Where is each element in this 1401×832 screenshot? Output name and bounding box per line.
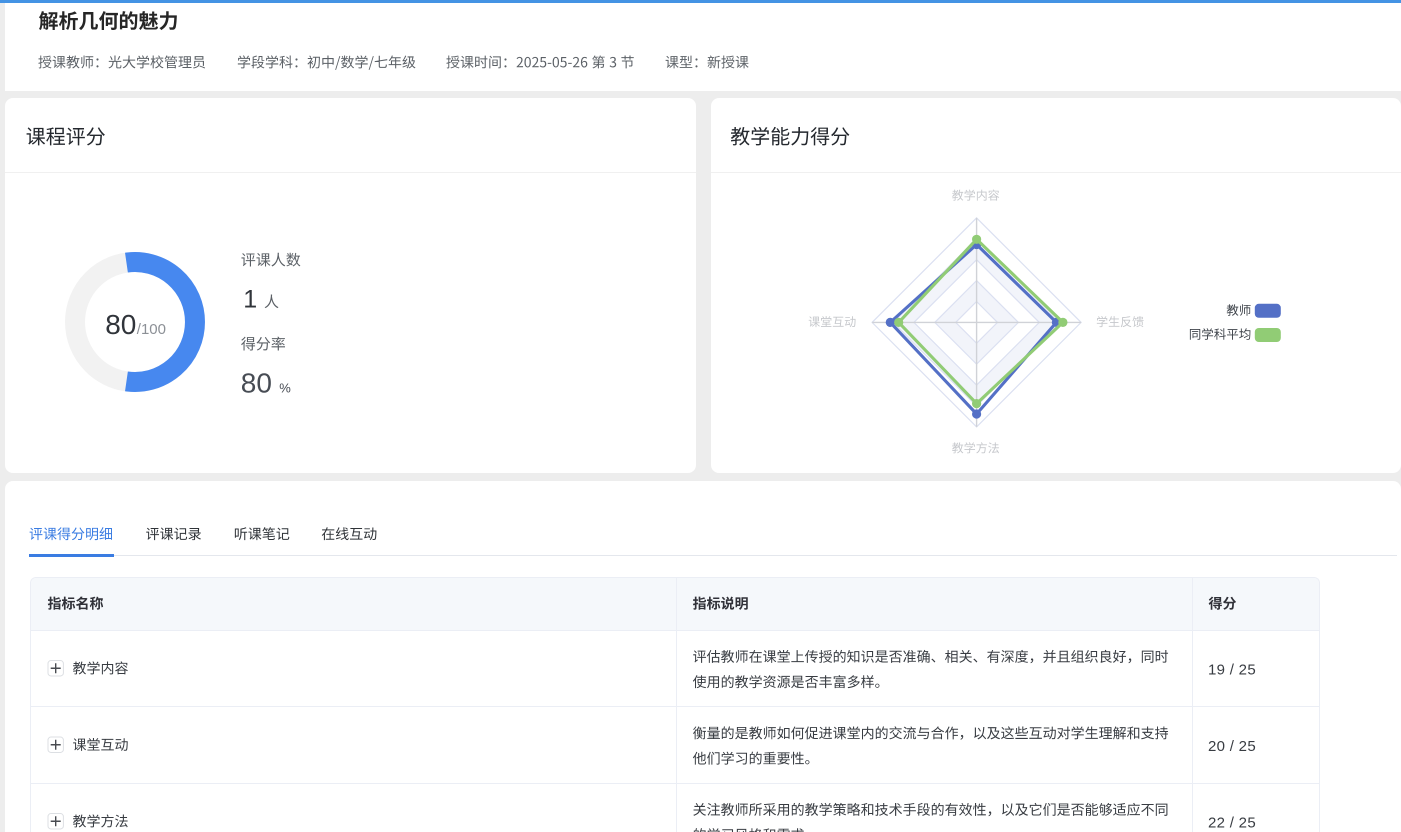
svg-text:80: 80 bbox=[241, 368, 272, 399]
svg-text:80: 80 bbox=[105, 309, 136, 340]
svg-text:22 / 25: 22 / 25 bbox=[1208, 814, 1256, 831]
svg-text:%: % bbox=[279, 381, 291, 396]
svg-text:19 / 25: 19 / 25 bbox=[1208, 661, 1256, 678]
svg-text:/100: /100 bbox=[137, 321, 166, 338]
svg-text:20 / 25: 20 / 25 bbox=[1208, 738, 1256, 755]
svg-text:1: 1 bbox=[243, 286, 257, 314]
